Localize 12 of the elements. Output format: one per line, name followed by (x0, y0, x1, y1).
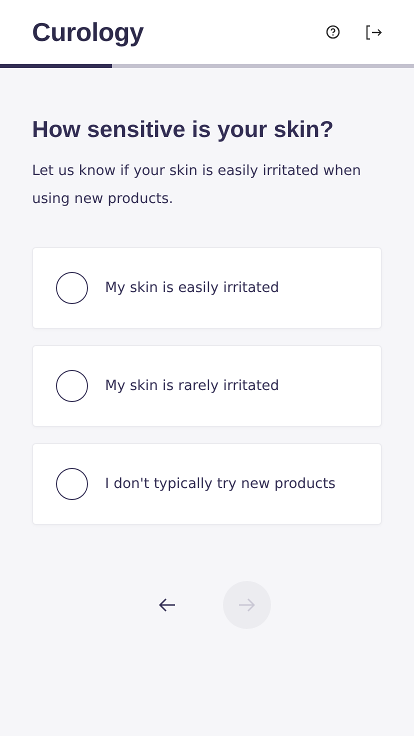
answer-option[interactable]: My skin is rarely irritated (32, 345, 382, 427)
logout-icon[interactable] (366, 24, 382, 40)
question-title: How sensitive is your skin? (32, 116, 335, 143)
answer-option[interactable]: I don't typically try new products (32, 443, 382, 525)
radio-button[interactable] (56, 468, 88, 500)
forward-arrow-icon (238, 597, 256, 613)
question-subtitle: Let us know if your skin is easily irritated when using new products. (32, 162, 362, 209)
back-arrow-icon (158, 597, 176, 613)
answer-option[interactable]: My skin is easily irritated (32, 247, 382, 329)
radio-button[interactable] (56, 272, 88, 304)
help-icon[interactable] (326, 25, 340, 39)
radio-button[interactable] (56, 370, 88, 402)
